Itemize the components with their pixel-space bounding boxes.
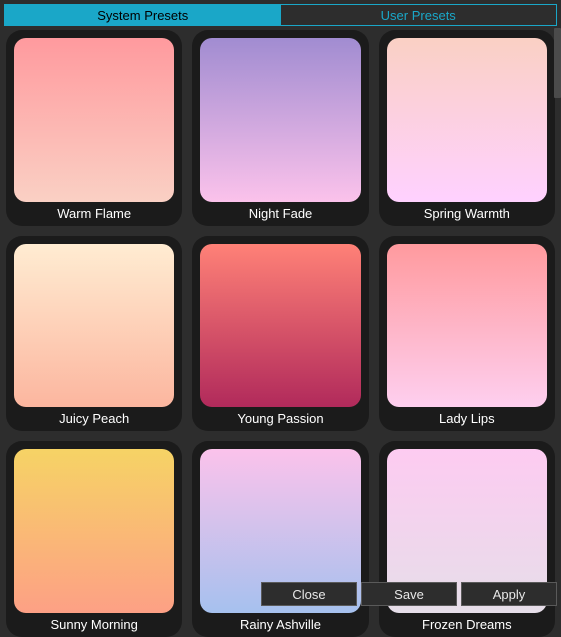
preset-label: Rainy Ashville xyxy=(240,617,321,633)
button-label: Save xyxy=(394,587,424,602)
preset-swatch xyxy=(200,38,360,202)
preset-label: Frozen Dreams xyxy=(422,617,512,633)
preset-item[interactable]: Juicy Peach xyxy=(6,236,182,432)
preset-swatch xyxy=(387,38,547,202)
preset-grid: Warm Flame Night Fade Spring Warmth Juicy P… xyxy=(4,28,557,637)
preset-item[interactable]: Warm Flame xyxy=(6,30,182,226)
preset-label: Young Passion xyxy=(237,411,323,427)
preset-swatch xyxy=(387,244,547,408)
tab-system-presets[interactable]: System Presets xyxy=(5,5,281,25)
preset-label: Lady Lips xyxy=(439,411,495,427)
preset-swatch xyxy=(14,244,174,408)
apply-button[interactable]: Apply xyxy=(461,582,557,606)
preset-label: Sunny Morning xyxy=(50,617,137,633)
preset-item[interactable]: Rainy Ashville xyxy=(192,441,368,637)
preset-item[interactable]: Night Fade xyxy=(192,30,368,226)
button-label: Apply xyxy=(493,587,526,602)
preset-item[interactable]: Lady Lips xyxy=(379,236,555,432)
preset-label: Spring Warmth xyxy=(424,206,510,222)
tab-label: User Presets xyxy=(381,8,456,23)
scrollbar-thumb[interactable] xyxy=(554,28,561,98)
tab-user-presets[interactable]: User Presets xyxy=(281,5,557,25)
preset-item[interactable]: Sunny Morning xyxy=(6,441,182,637)
save-button[interactable]: Save xyxy=(361,582,457,606)
tab-label: System Presets xyxy=(97,8,188,23)
preset-item[interactable]: Frozen Dreams xyxy=(379,441,555,637)
preset-label: Juicy Peach xyxy=(59,411,129,427)
preset-swatch xyxy=(14,449,174,613)
close-button[interactable]: Close xyxy=(261,582,357,606)
preset-label: Night Fade xyxy=(249,206,313,222)
preset-swatch xyxy=(14,38,174,202)
preset-tabbar: System Presets User Presets xyxy=(4,4,557,26)
preset-area: Warm Flame Night Fade Spring Warmth Juicy P… xyxy=(4,28,557,576)
preset-item[interactable]: Spring Warmth xyxy=(379,30,555,226)
dialog-footer: Close Save Apply xyxy=(261,582,557,606)
preset-item[interactable]: Young Passion xyxy=(192,236,368,432)
button-label: Close xyxy=(292,587,325,602)
preset-label: Warm Flame xyxy=(57,206,131,222)
preset-swatch xyxy=(200,244,360,408)
